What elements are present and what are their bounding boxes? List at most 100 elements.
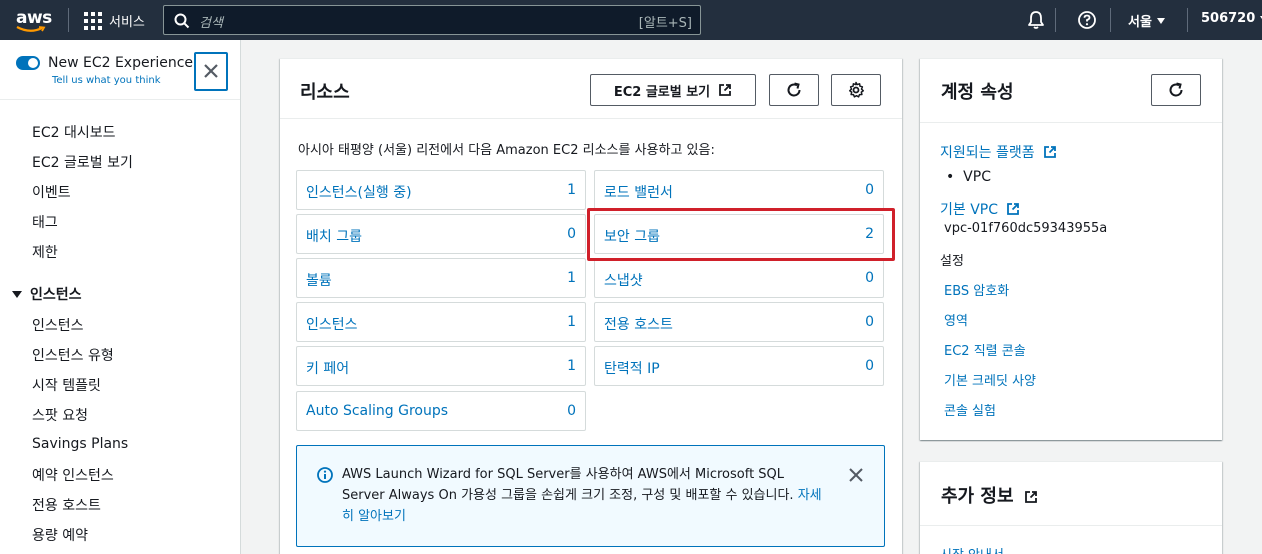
sidebar: New EC2 Experience Tell us what you thin… [0, 40, 241, 554]
resource-count[interactable]: 0 [865, 358, 874, 374]
caret-down-icon [12, 290, 22, 298]
help-icon[interactable] [1077, 10, 1097, 30]
close-icon [204, 64, 218, 78]
resource-instances-running[interactable]: 인스턴스(실행 중) 1 [296, 170, 586, 210]
additional-info-title[interactable]: 추가 정보 [941, 482, 1038, 508]
top-navigation: aws 서비스 검색 [알트+S] 서울 506720 [0, 0, 1262, 40]
sidebar-item-savings-plans[interactable]: Savings Plans [32, 436, 128, 452]
resource-label[interactable]: 로드 밸런서 [604, 182, 673, 202]
account-attributes-panel: 계정 속성 지원되는 플랫폼 • VPC 기본 VPC vpc-01f760dc… [920, 58, 1222, 440]
sidebar-item-tags[interactable]: 태그 [32, 212, 58, 232]
ec2-global-view-label: EC2 글로벌 보기 [613, 84, 711, 100]
resource-count[interactable]: 1 [567, 314, 576, 330]
caret-down-icon [1156, 17, 1165, 24]
default-credit-spec-link[interactable]: 기본 크레딧 사양 [944, 370, 1036, 389]
new-experience-toggle[interactable] [16, 56, 40, 70]
default-vpc-label: 기본 VPC [940, 202, 999, 218]
services-label: 서비스 [109, 14, 145, 30]
supported-platforms-link[interactable]: 지원되는 플랫폼 [940, 142, 1057, 162]
sidebar-item-instances[interactable]: 인스턴스 [32, 315, 84, 335]
sidebar-item-ec2-global-view[interactable]: EC2 글로벌 보기 [32, 152, 133, 172]
sidebar-item-dedicated-hosts[interactable]: 전용 호스트 [32, 495, 101, 515]
ec2-serial-console-link[interactable]: EC2 직렬 콘솔 [944, 340, 1026, 359]
resource-count[interactable]: 0 [865, 182, 874, 198]
launch-wizard-info-alert: AWS Launch Wizard for SQL Server를 사용하여 A… [296, 445, 885, 547]
services-menu-button[interactable]: 서비스 [83, 10, 145, 30]
refresh-button[interactable] [1151, 74, 1201, 106]
resource-label[interactable]: 인스턴스(실행 중) [306, 182, 412, 202]
resource-label[interactable]: 스냅샷 [604, 270, 643, 290]
sidebar-item-capacity-reservations[interactable]: 용량 예약 [32, 525, 88, 545]
nav-divider [1055, 8, 1056, 32]
vpc-id: vpc-01f760dc59343955a [944, 221, 1108, 236]
security-groups-highlight [587, 208, 895, 261]
resource-label[interactable]: 배치 그룹 [306, 226, 362, 246]
resource-placement-groups[interactable]: 배치 그룹 0 [296, 214, 586, 254]
nav-divider [1110, 8, 1111, 32]
aws-logo-text: aws [16, 8, 52, 28]
sidebar-item-reserved-instances[interactable]: 예약 인스턴스 [32, 465, 114, 485]
resource-count[interactable]: 0 [567, 403, 576, 419]
resource-count[interactable]: 0 [567, 226, 576, 242]
ebs-encryption-link[interactable]: EBS 암호화 [944, 280, 1009, 299]
resource-count[interactable]: 1 [567, 270, 576, 286]
resource-count[interactable]: 1 [567, 182, 576, 198]
nav-divider [1187, 8, 1188, 32]
resource-label[interactable]: 인스턴스 [306, 314, 358, 334]
settings-button[interactable] [831, 74, 881, 106]
new-experience-label: New EC2 Experience [48, 55, 194, 71]
platform-value: • VPC [946, 169, 991, 185]
additional-info-panel: 추가 정보 시작 안내서 [920, 461, 1222, 554]
resource-snapshots[interactable]: 스냅샷 0 [594, 258, 884, 298]
resource-label[interactable]: Auto Scaling Groups [306, 403, 448, 419]
region-selector[interactable]: 서울 [1128, 11, 1165, 30]
zones-link[interactable]: 영역 [944, 310, 968, 329]
sidebar-item-events[interactable]: 이벤트 [32, 182, 71, 202]
resource-label[interactable]: 전용 호스트 [604, 314, 673, 334]
resource-label[interactable]: 볼륨 [306, 270, 332, 290]
additional-info-header: 추가 정보 [920, 462, 1222, 526]
resource-count[interactable]: 0 [865, 314, 874, 330]
search-icon [174, 13, 190, 29]
search-placeholder: 검색 [199, 16, 223, 31]
sidebar-item-instance-types[interactable]: 인스턴스 유형 [32, 345, 114, 365]
resource-key-pairs[interactable]: 키 페어 1 [296, 346, 586, 386]
sidebar-item-limits[interactable]: 제한 [32, 242, 58, 262]
console-experiments-link[interactable]: 콘솔 실험 [944, 400, 996, 419]
resources-title: 리소스 [300, 82, 350, 103]
getting-started-link[interactable]: 시작 안내서 [940, 544, 1004, 554]
close-icon[interactable] [849, 468, 863, 482]
close-sidebar-button[interactable] [194, 52, 228, 91]
aws-logo[interactable]: aws [14, 6, 54, 34]
resource-label[interactable]: 키 페어 [306, 358, 349, 378]
platform-value-text: VPC [963, 169, 991, 185]
sidebar-item-launch-templates[interactable]: 시작 템플릿 [32, 375, 101, 395]
sidebar-section-instances[interactable]: 인스턴스 [12, 284, 82, 304]
refresh-button[interactable] [769, 74, 819, 106]
feedback-link[interactable]: Tell us what you think [52, 75, 161, 86]
external-link-icon [1024, 491, 1037, 503]
resource-label[interactable]: 탄력적 IP [604, 358, 660, 378]
resource-instances[interactable]: 인스턴스 1 [296, 302, 586, 342]
refresh-icon [1169, 82, 1183, 97]
info-alert-message: AWS Launch Wizard for SQL Server를 사용하여 A… [342, 467, 794, 503]
resource-count[interactable]: 1 [567, 358, 576, 374]
sidebar-item-spot-requests[interactable]: 스팟 요청 [32, 405, 88, 425]
resource-load-balancers[interactable]: 로드 밸런서 0 [594, 170, 884, 210]
external-link-icon [719, 84, 732, 96]
sidebar-item-ec2-dashboard[interactable]: EC2 대시보드 [32, 122, 116, 142]
resource-volumes[interactable]: 볼륨 1 [296, 258, 586, 298]
resource-auto-scaling-groups[interactable]: Auto Scaling Groups 0 [296, 391, 586, 431]
account-attributes-title: 계정 속성 [941, 82, 1014, 103]
default-vpc-link[interactable]: 기본 VPC [940, 199, 1020, 219]
resource-count[interactable]: 0 [865, 270, 874, 286]
resources-description: 아시아 태평양 (서울) 리전에서 다음 Amazon EC2 리소스를 사용하… [298, 143, 715, 158]
notifications-bell-icon[interactable] [1027, 10, 1045, 30]
resource-elastic-ips[interactable]: 탄력적 IP 0 [594, 346, 884, 386]
ec2-global-view-button[interactable]: EC2 글로벌 보기 [590, 74, 756, 106]
account-menu[interactable]: 506720 [1201, 11, 1262, 26]
resource-dedicated-hosts[interactable]: 전용 호스트 0 [594, 302, 884, 342]
search-shortcut: [알트+S] [638, 16, 692, 31]
external-link-icon [1044, 146, 1056, 158]
search-input[interactable]: 검색 [알트+S] [163, 5, 701, 35]
